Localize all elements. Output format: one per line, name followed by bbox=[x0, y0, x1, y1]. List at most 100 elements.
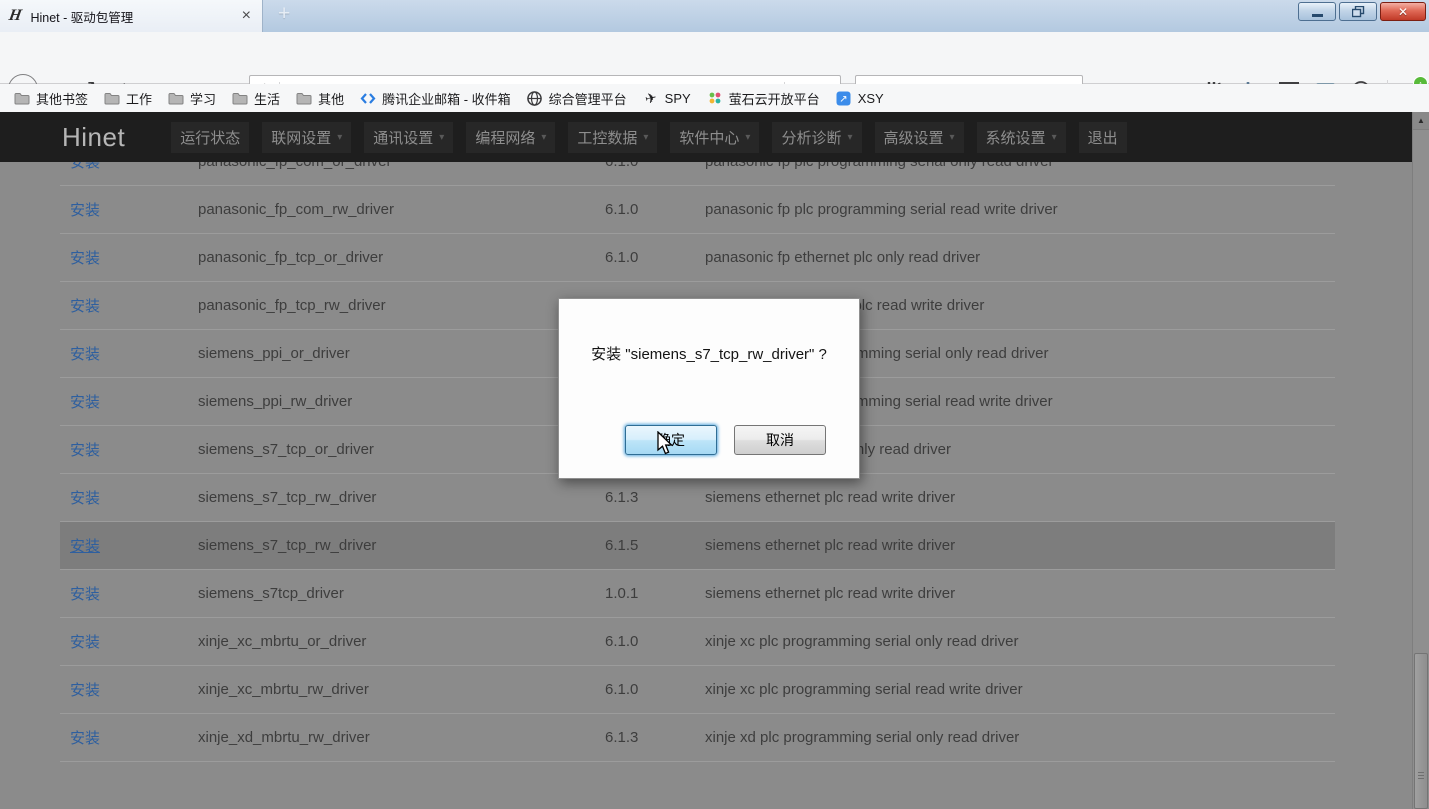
ezviz-dots-icon bbox=[707, 90, 723, 106]
folder-icon bbox=[296, 90, 312, 106]
vertical-scrollbar[interactable]: ▲ bbox=[1412, 112, 1429, 809]
bookmark-item[interactable]: 生活 bbox=[224, 87, 288, 110]
install-link[interactable]: 安装 bbox=[70, 298, 100, 315]
folder-icon bbox=[232, 90, 248, 106]
site-menu: 运行状态 联网设置 ▾ 通讯设置 ▾ 编程网络 ▾ 工控数据 ▾ 软件中心 ▾ … bbox=[171, 122, 1126, 153]
bookmarks-bar: 其他书签 工作 学习 生活 其他 腾讯企业邮箱 - 收件箱 综合管理平台 ✈ S… bbox=[0, 84, 1429, 112]
driver-description: xinje xd plc programming serial only rea… bbox=[695, 729, 1335, 746]
bookmark-item[interactable]: 萤石云开放平台 bbox=[699, 87, 828, 110]
install-link[interactable]: 安装 bbox=[70, 586, 100, 603]
site-brand: Hinet bbox=[62, 122, 125, 153]
bookmark-item[interactable]: 腾讯企业邮箱 - 收件箱 bbox=[352, 87, 519, 110]
install-link[interactable]: 安装 bbox=[70, 634, 100, 651]
scroll-up-arrow-icon: ▲ bbox=[1417, 116, 1425, 125]
driver-version: 6.1.0 bbox=[595, 633, 695, 650]
chevron-down-icon: ▾ bbox=[950, 132, 955, 143]
site-navbar: Hinet 运行状态 联网设置 ▾ 通讯设置 ▾ 编程网络 ▾ 工控数据 ▾ 软… bbox=[0, 112, 1412, 162]
plane-icon: ✈ bbox=[643, 90, 659, 106]
nav-menu-item[interactable]: 运行状态 bbox=[171, 122, 249, 153]
driver-name: siemens_s7tcp_driver bbox=[188, 585, 595, 602]
nav-menu-item[interactable]: 退出 bbox=[1079, 122, 1127, 153]
cancel-button[interactable]: 取消 bbox=[734, 425, 826, 455]
driver-name: siemens_s7_tcp_rw_driver bbox=[188, 537, 595, 554]
install-link[interactable]: 安装 bbox=[70, 394, 100, 411]
chevron-down-icon: ▾ bbox=[1052, 132, 1057, 143]
driver-name: siemens_s7_tcp_rw_driver bbox=[188, 489, 595, 506]
nav-menu-item[interactable]: 联网设置 ▾ bbox=[262, 122, 351, 153]
driver-description: panasonic fp plc programming serial read… bbox=[695, 201, 1335, 218]
tencent-exmail-icon bbox=[360, 90, 376, 106]
table-row: 安装 siemens_s7tcp_driver 1.0.1 siemens et… bbox=[60, 570, 1335, 618]
bookmark-item[interactable]: 工作 bbox=[96, 87, 160, 110]
bookmark-item[interactable]: 学习 bbox=[160, 87, 224, 110]
table-row: 安装 siemens_s7_tcp_rw_driver 6.1.3 siemen… bbox=[60, 474, 1335, 522]
restore-button[interactable] bbox=[1339, 2, 1377, 21]
driver-description: xinje xc plc programming serial only rea… bbox=[695, 633, 1335, 650]
driver-name: siemens_ppi_or_driver bbox=[188, 345, 595, 362]
mouse-cursor bbox=[657, 431, 674, 455]
chevron-down-icon: ▾ bbox=[643, 132, 648, 143]
site-favicon-icon: H bbox=[7, 7, 23, 25]
bookmark-item[interactable]: 其他书签 bbox=[6, 87, 96, 110]
install-link[interactable]: 安装 bbox=[70, 538, 100, 555]
browser-tab[interactable]: H Hinet - 驱动包管理 × bbox=[0, 0, 263, 32]
restore-icon bbox=[1352, 6, 1365, 18]
install-link[interactable]: 安装 bbox=[70, 202, 100, 219]
bookmark-item[interactable]: ↗ XSY bbox=[828, 88, 892, 108]
chevron-down-icon: ▾ bbox=[439, 132, 444, 143]
nav-menu-item[interactable]: 工控数据 ▾ bbox=[568, 122, 657, 153]
driver-version: 6.1.5 bbox=[595, 537, 695, 554]
driver-version: 1.0.1 bbox=[595, 585, 695, 602]
install-link[interactable]: 安装 bbox=[70, 442, 100, 459]
table-row: 安装 xinje_xd_mbrtu_rw_driver 6.1.3 xinje … bbox=[60, 714, 1335, 762]
driver-name: panasonic_fp_tcp_or_driver bbox=[188, 249, 595, 266]
bookmark-item[interactable]: ✈ SPY bbox=[635, 88, 699, 108]
driver-name: siemens_s7_tcp_or_driver bbox=[188, 441, 595, 458]
chevron-down-icon: ▾ bbox=[541, 132, 546, 143]
scroll-up-button[interactable]: ▲ bbox=[1413, 112, 1429, 130]
nav-menu-item[interactable]: 高级设置 ▾ bbox=[875, 122, 964, 153]
dialog-message: 安装 "siemens_s7_tcp_rw_driver" ? bbox=[559, 343, 859, 364]
driver-version: 6.1.3 bbox=[595, 729, 695, 746]
driver-name: xinje_xc_mbrtu_rw_driver bbox=[188, 681, 595, 698]
bookmark-item[interactable]: 其他 bbox=[288, 87, 352, 110]
driver-version: 6.1.0 bbox=[595, 201, 695, 218]
bookmark-item[interactable]: 综合管理平台 bbox=[519, 87, 635, 110]
table-row: 安装 panasonic_fp_com_rw_driver 6.1.0 pana… bbox=[60, 186, 1335, 234]
table-row: 安装 panasonic_fp_tcp_or_driver 6.1.0 pana… bbox=[60, 234, 1335, 282]
nav-menu-item[interactable]: 编程网络 ▾ bbox=[466, 122, 555, 153]
driver-description: siemens ethernet plc read write driver bbox=[695, 585, 1335, 602]
browser-toolbar: ← → ↻ ⌂ 192.168.9.99 /cgi-bin/luci/;stok… bbox=[0, 32, 1429, 84]
new-tab-button[interactable]: + bbox=[278, 2, 290, 26]
table-row: 安装 siemens_s7_tcp_rw_driver 6.1.5 siemen… bbox=[60, 522, 1335, 570]
install-link[interactable]: 安装 bbox=[70, 250, 100, 267]
nav-menu-item[interactable]: 软件中心 ▾ bbox=[670, 122, 759, 153]
driver-version: 6.1.0 bbox=[595, 681, 695, 698]
scrollbar-grip-icon bbox=[1418, 772, 1424, 781]
install-confirm-dialog: 安装 "siemens_s7_tcp_rw_driver" ? 确定 取消 bbox=[558, 298, 860, 479]
scrollbar-thumb[interactable] bbox=[1414, 653, 1428, 809]
minimize-icon bbox=[1312, 14, 1323, 17]
driver-name: panasonic_fp_tcp_rw_driver bbox=[188, 297, 595, 314]
nav-menu-item[interactable]: 分析诊断 ▾ bbox=[772, 122, 861, 153]
driver-name: xinje_xc_mbrtu_or_driver bbox=[188, 633, 595, 650]
close-button[interactable]: ✕ bbox=[1380, 2, 1426, 21]
install-link[interactable]: 安装 bbox=[70, 730, 100, 747]
nav-menu-item[interactable]: 系统设置 ▾ bbox=[977, 122, 1066, 153]
driver-description: xinje xc plc programming serial read wri… bbox=[695, 681, 1335, 698]
install-link[interactable]: 安装 bbox=[70, 346, 100, 363]
driver-version: 6.1.0 bbox=[595, 249, 695, 266]
window-titlebar: H Hinet - 驱动包管理 × + ✕ bbox=[0, 0, 1429, 32]
minimize-button[interactable] bbox=[1298, 2, 1336, 21]
close-icon: ✕ bbox=[1398, 5, 1408, 19]
driver-name: xinje_xd_mbrtu_rw_driver bbox=[188, 729, 595, 746]
tab-close-icon[interactable]: × bbox=[240, 8, 253, 24]
install-link[interactable]: 安装 bbox=[70, 682, 100, 699]
install-link[interactable]: 安装 bbox=[70, 490, 100, 507]
chevron-down-icon: ▾ bbox=[337, 132, 342, 143]
window-controls: ✕ bbox=[1298, 2, 1426, 21]
driver-name: panasonic_fp_com_rw_driver bbox=[188, 201, 595, 218]
folder-icon bbox=[168, 90, 184, 106]
chevron-down-icon: ▾ bbox=[847, 132, 852, 143]
nav-menu-item[interactable]: 通讯设置 ▾ bbox=[364, 122, 453, 153]
